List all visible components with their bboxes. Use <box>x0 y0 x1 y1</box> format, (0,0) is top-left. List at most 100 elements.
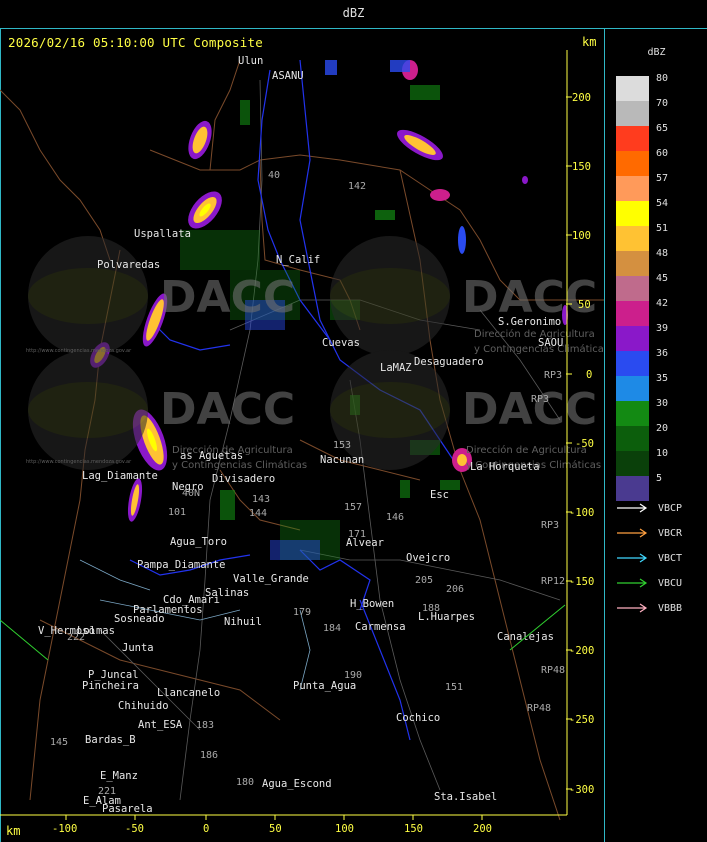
legend-swatch-51 <box>616 226 649 251</box>
legend-radar-vbcu: VBCU <box>658 578 683 589</box>
legend-unit: dBZ <box>647 47 666 58</box>
place-pasarela: Pasarela <box>102 803 153 815</box>
legend-radar-vbcr: VBCR <box>658 528 683 539</box>
y-tick-neg100: -100 <box>569 507 594 519</box>
route-221: 221 <box>98 786 116 797</box>
y-axis-labels: 200 150 100 50 0 -50 -100 -150 -200 -250… <box>569 92 594 796</box>
place-pampa-diamante: Pampa_Diamante <box>137 559 226 571</box>
place-esc: Esc <box>430 489 449 501</box>
legend-value-65: 65 <box>656 123 669 134</box>
legend-swatch-45 <box>616 276 649 301</box>
place-ovejcro: Ovejcro <box>406 552 450 564</box>
legend-value-10: 10 <box>656 448 669 459</box>
legend-panel: dBZ 80 70 65 60 57 54 51 48 45 42 39 36 35 30 20 10 5 VB… <box>606 29 707 842</box>
legend-value-57: 57 <box>656 173 669 184</box>
route-188: 188 <box>422 603 440 614</box>
route-40: 40 <box>268 170 280 181</box>
place-saou: SAOU <box>538 337 563 349</box>
place-s-geronimo: S.Geronimo <box>498 316 561 328</box>
legend-value-39: 39 <box>656 323 669 334</box>
place-la-horqueta: La Horqueta <box>470 461 540 473</box>
legend-value-45: 45 <box>656 273 669 284</box>
x-axis-unit: km <box>6 824 21 838</box>
x-tick-neg100: -100 <box>52 823 77 835</box>
place-n-calif: N_Calif <box>276 254 320 266</box>
watermark-brand-3: DACC <box>160 384 295 435</box>
route-144: 144 <box>249 508 267 519</box>
place-asanu: ASANU <box>272 70 304 82</box>
route-157: 157 <box>344 502 362 513</box>
radar-arrow-icon <box>617 603 648 613</box>
watermark-url-a: http://www.contingencias.mendoza.gov.ar <box>26 348 132 354</box>
legend-value-80: 80 <box>656 73 669 84</box>
legend-value-5: 5 <box>656 473 663 484</box>
place-lamaz: LaMAZ <box>380 362 412 374</box>
radar-arrow-icon <box>617 553 648 563</box>
place-nacunan: Nacunan <box>320 454 364 466</box>
legend-swatch-39 <box>616 326 649 351</box>
y-tick-0: 0 <box>586 369 592 381</box>
place-rp3-b: RP3 <box>531 394 549 405</box>
legend-value-48: 48 <box>656 248 669 259</box>
route-205: 205 <box>415 575 433 586</box>
route-146: 146 <box>386 512 404 523</box>
place-cuevas: Cuevas <box>322 337 360 349</box>
legend-swatch-30 <box>616 401 649 426</box>
route-153: 153 <box>333 440 351 451</box>
place-rp3-c: RP3 <box>541 520 559 531</box>
y-tick-150: 150 <box>572 161 591 173</box>
place-lag-diamante: Lag_Diamante <box>82 470 158 482</box>
legend-radar-vbct: VBCT <box>658 553 683 564</box>
y-tick-200: 200 <box>572 92 591 104</box>
x-axis-ticks <box>0 814 567 820</box>
route-184: 184 <box>323 623 341 634</box>
legend-value-36: 36 <box>656 348 669 359</box>
y-tick-50: 50 <box>578 299 591 311</box>
watermark-brand-1: DACC <box>160 272 295 323</box>
legend-value-35: 35 <box>656 373 669 384</box>
x-tick-100: 100 <box>335 823 354 835</box>
route-206: 206 <box>446 584 464 595</box>
route-40N: 40N <box>182 488 200 499</box>
route-145: 145 <box>50 737 68 748</box>
legend-value-30: 30 <box>656 398 669 409</box>
place-sta-isabel: Sta.Isabel <box>434 791 497 803</box>
y-tick-neg300: -300 <box>569 784 594 796</box>
legend-value-60: 60 <box>656 148 669 159</box>
legend-swatch-60 <box>616 151 649 176</box>
place-agua-toro: Agua_Toro <box>170 536 227 548</box>
unit-title: dBZ <box>342 6 365 20</box>
legend-radar-vbcp: VBCP <box>658 503 683 514</box>
frame-divider <box>604 28 605 842</box>
place-h-bowen: H_Bowen <box>350 598 394 610</box>
route-142: 142 <box>348 181 366 192</box>
y-tick-neg150: -150 <box>569 576 594 588</box>
legend-swatch-70 <box>616 101 649 126</box>
map-canvas: DACC DACC DACC DACC Dirección de Agricul… <box>0 50 604 835</box>
place-desaguadero: Desaguadero <box>414 356 484 368</box>
legend-swatch-35 <box>616 376 649 401</box>
y-axis-unit: km <box>582 35 597 49</box>
place-llancanelo: Llancanelo <box>157 687 220 699</box>
place-las-aguetas: as Aguetas <box>180 450 243 462</box>
radar-map[interactable]: DACC DACC DACC DACC Dirección de Agricul… <box>0 29 604 842</box>
place-valle-grande: Valle_Grande <box>233 573 309 585</box>
place-nihuil: Nihuil <box>224 616 262 628</box>
x-tick-150: 150 <box>404 823 423 835</box>
x-axis-labels: -100 -50 0 50 100 150 200 <box>52 823 492 835</box>
place-agua-escond: Agua_Escond <box>262 778 332 790</box>
place-bardas-b: Bardas_B <box>85 734 136 746</box>
watermark-url-b: http://www.contingencias.mendoza.gov.ar <box>26 459 132 465</box>
place-polvaredas: Polvaredas <box>97 259 160 271</box>
y-tick-neg200: -200 <box>569 645 594 657</box>
legend-swatch-48 <box>616 251 649 276</box>
legend-swatch-10 <box>616 451 649 476</box>
place-carmensa: Carmensa <box>355 621 406 633</box>
place-punta-agua: Punta_Agua <box>293 680 356 692</box>
legend-value-54: 54 <box>656 198 669 209</box>
legend-value-51: 51 <box>656 223 669 234</box>
route-151: 151 <box>445 682 463 693</box>
legend-swatch-42 <box>616 301 649 326</box>
y-tick-neg50: -50 <box>575 438 594 450</box>
place-cochico: Cochico <box>396 712 440 724</box>
